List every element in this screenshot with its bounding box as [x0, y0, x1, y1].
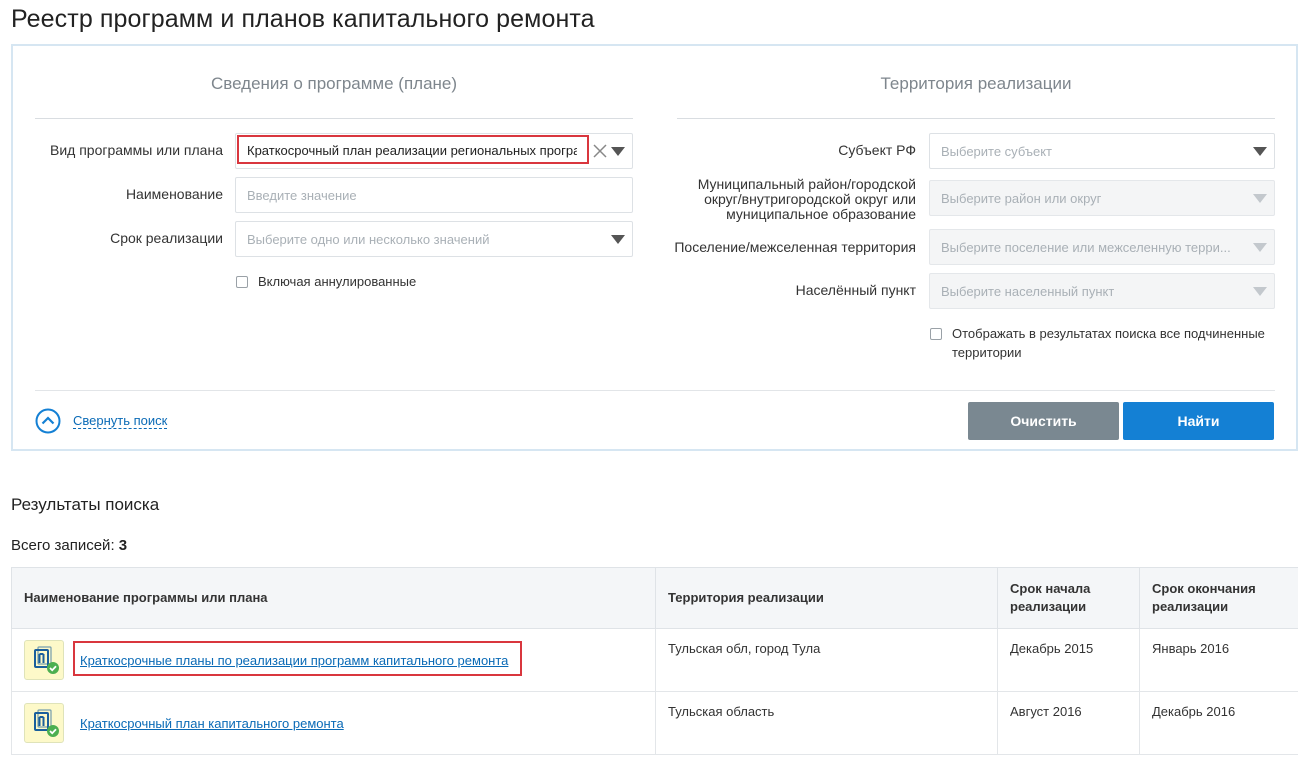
column-header-end: Срок окончания реализации — [1139, 567, 1298, 629]
clear-selection-icon[interactable] — [592, 143, 608, 159]
territory-cell: Тульская область — [655, 691, 998, 755]
find-button[interactable]: Найти — [1123, 402, 1274, 440]
name-label: Наименование — [125, 186, 223, 202]
divider — [35, 118, 633, 119]
dropdown-arrow-icon[interactable] — [1253, 243, 1267, 252]
start-date-cell: Август 2016 — [997, 691, 1140, 755]
column-header-start: Срок начала реализации — [997, 567, 1140, 629]
end-date-cell: Декабрь 2016 — [1139, 691, 1298, 755]
locality-select[interactable]: Выберите населенный пункт — [929, 273, 1275, 309]
district-select[interactable]: Выберите район или округ — [929, 180, 1275, 216]
end-date-cell: Январь 2016 — [1139, 628, 1298, 692]
district-placeholder: Выберите район или округ — [941, 191, 1102, 206]
district-label: Муниципальный район/городской округ/внут… — [697, 176, 916, 222]
name-input[interactable]: Введите значение — [235, 177, 633, 213]
subject-select[interactable]: Выберите субъект — [929, 133, 1275, 169]
dropdown-arrow-icon[interactable] — [611, 147, 625, 156]
territory-title: Территория реализации — [880, 74, 1072, 93]
settlement-placeholder: Выберите поселение или межселенную терри… — [941, 240, 1231, 255]
name-placeholder: Введите значение — [247, 188, 357, 203]
divider — [35, 390, 1275, 391]
chevron-up-icon[interactable] — [35, 408, 61, 434]
include-cancelled-checkbox[interactable] — [236, 276, 248, 288]
table-row: Краткосрочный план капитального ремонта … — [11, 691, 1298, 755]
period-label: Срок реализации — [110, 230, 223, 246]
clear-button[interactable]: Очистить — [968, 402, 1119, 440]
period-select[interactable]: Выберите одно или несколько значений — [235, 221, 633, 257]
settlement-select[interactable]: Выберите поселение или межселенную терри… — [929, 229, 1275, 265]
column-header-territory: Территория реализации — [655, 567, 998, 629]
highlight-frame — [73, 641, 522, 676]
search-panel: Сведения о программе (плане) Вид програм… — [11, 44, 1298, 451]
show-subordinate-checkbox[interactable] — [930, 328, 942, 340]
dropdown-arrow-icon[interactable] — [1253, 194, 1267, 203]
row-name-cell: Краткосрочный план капитального ремонта — [11, 691, 656, 755]
total-records: Всего записей: 3 — [11, 537, 127, 554]
locality-label: Населённый пункт — [795, 282, 916, 298]
page-title: Реестр программ и планов капитального ре… — [11, 5, 595, 33]
start-date-cell: Декабрь 2015 — [997, 628, 1140, 692]
highlight-frame — [237, 135, 589, 164]
dropdown-arrow-icon[interactable] — [1253, 287, 1267, 296]
include-cancelled-label: Включая аннулированные — [258, 274, 417, 289]
total-count: 3 — [118, 537, 128, 554]
total-label: Всего записей: — [11, 537, 115, 554]
program-info-title: Сведения о программе (плане) — [210, 74, 458, 93]
table-header: Наименование программы или плана Террито… — [11, 567, 1298, 629]
document-approved-icon — [24, 640, 64, 680]
program-type-label: Вид программы или плана — [49, 142, 223, 158]
subject-placeholder: Выберите субъект — [941, 144, 1052, 159]
subject-label: Субъект РФ — [838, 142, 916, 158]
dropdown-arrow-icon[interactable] — [1253, 147, 1267, 156]
collapse-search-link[interactable]: Свернуть поиск — [73, 413, 168, 429]
dropdown-arrow-icon[interactable] — [611, 235, 625, 244]
show-subordinate-label: Отображать в результатах поиска все подч… — [952, 326, 1265, 360]
divider — [677, 118, 1275, 119]
document-approved-icon — [24, 703, 64, 743]
territory-cell: Тульская обл, город Тула — [655, 628, 998, 692]
locality-placeholder: Выберите населенный пункт — [941, 284, 1115, 299]
program-link[interactable]: Краткосрочный план капитального ремонта — [80, 716, 344, 731]
period-placeholder: Выберите одно или несколько значений — [247, 232, 490, 247]
column-header-name: Наименование программы или плана — [11, 567, 656, 629]
results-title: Результаты поиска — [11, 495, 160, 514]
settlement-label: Поселение/межселенная территория — [674, 239, 916, 255]
